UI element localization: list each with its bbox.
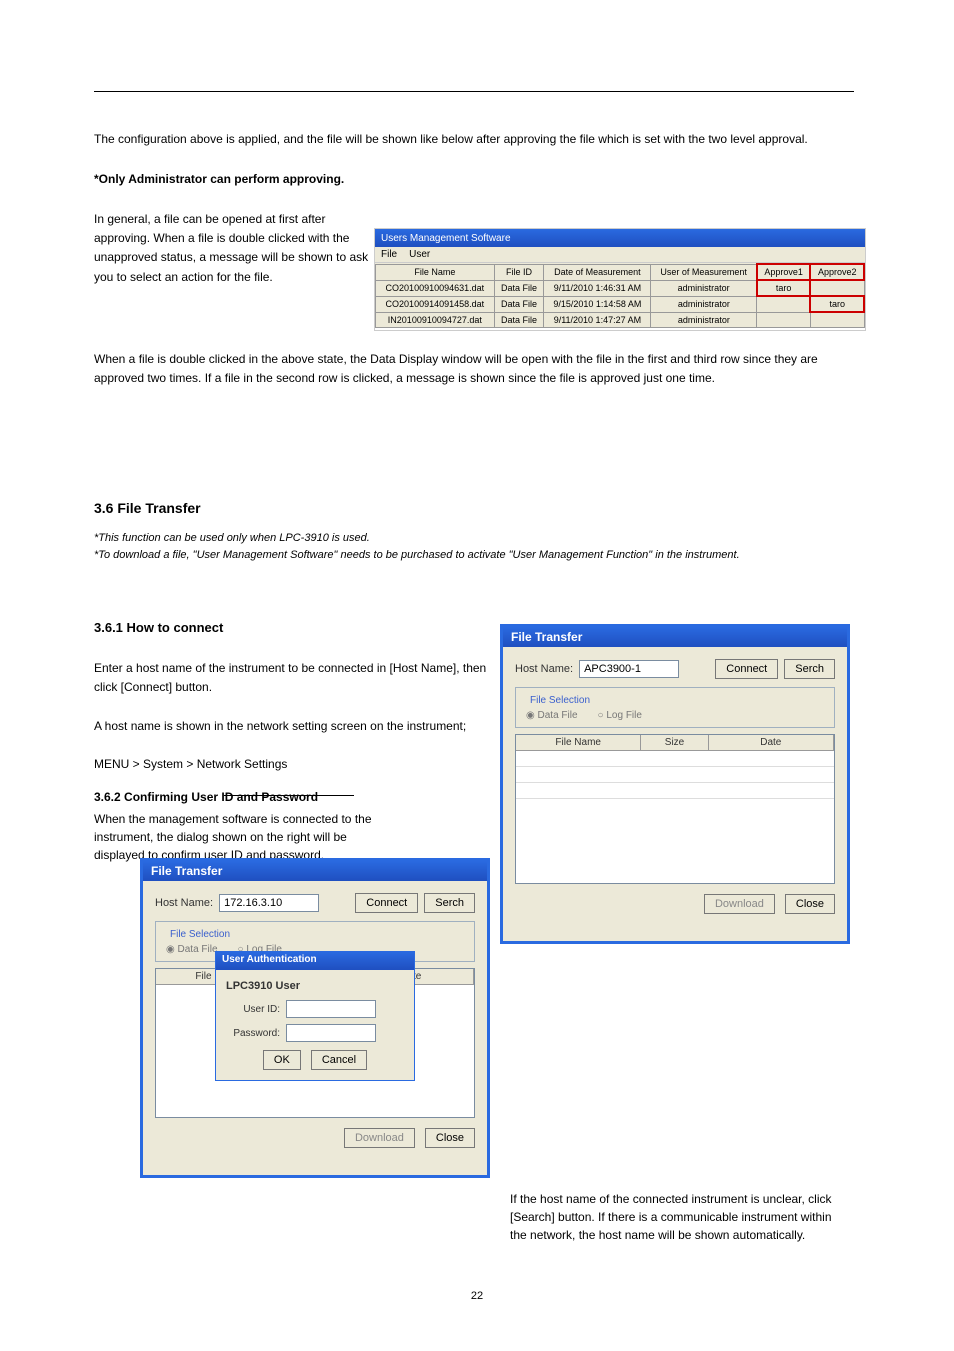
radio-data-file-2[interactable]: ◉ Data File	[166, 944, 218, 955]
cell: Data File	[494, 280, 544, 296]
ums-titlebar: Users Management Software	[375, 229, 865, 247]
download-button-2[interactable]: Download	[344, 1128, 415, 1148]
cell: Data File	[494, 296, 544, 312]
file-selection-label-2: File Selection	[166, 929, 234, 940]
general-text: In general, a file can be opened at firs…	[94, 210, 374, 287]
col-fileid: File ID	[494, 264, 544, 280]
how-to-connect-text: Enter a host name of the instrument to b…	[94, 640, 494, 774]
search-desc: If the host name of the connected instru…	[510, 1190, 850, 1244]
host-input[interactable]	[579, 660, 679, 678]
cell: taro	[810, 296, 864, 312]
cell: 9/15/2010 1:14:58 AM	[544, 296, 651, 312]
connect-button-2[interactable]: Connect	[355, 893, 418, 913]
file-list[interactable]: File Name Size Date	[515, 734, 835, 884]
auth-title: User Authentication	[216, 952, 414, 970]
col-approve2: Approve2	[810, 264, 864, 280]
col-date: Date	[709, 735, 834, 750]
auth-heading: 3.6.2 Confirming User ID and Password	[94, 790, 394, 804]
ums-window: Users Management Software File User File…	[374, 228, 866, 331]
col-approve1: Approve1	[757, 264, 811, 280]
table-row[interactable]: IN20100910094727.dat Data File 9/11/2010…	[376, 312, 865, 327]
cell: CO20100910094631.dat	[376, 280, 495, 296]
intro-note: *Only Administrator can perform approvin…	[94, 170, 854, 189]
cell: IN20100910094727.dat	[376, 312, 495, 327]
radio-data-label-2: Data File	[178, 944, 218, 955]
menu-file[interactable]: File	[381, 249, 397, 260]
user-auth-dialog: User Authentication LPC3910 User User ID…	[215, 951, 415, 1081]
cell: administrator	[651, 280, 757, 296]
auth-desc: When the management software is connecte…	[94, 810, 394, 864]
col-filename: File Name	[376, 264, 495, 280]
search-button-2[interactable]: Serch	[424, 893, 475, 913]
userid-label: User ID:	[226, 1004, 280, 1015]
table-row[interactable]: CO20100910094631.dat Data File 9/11/2010…	[376, 280, 865, 296]
auth-heading-label: LPC3910 User	[226, 980, 404, 992]
radio-data-file[interactable]: ◉ Data File	[526, 710, 578, 721]
ok-button[interactable]: OK	[263, 1050, 301, 1070]
file-transfer-notes: *This function can be used only when LPC…	[94, 530, 854, 563]
ums-table: File Name File ID Date of Measurement Us…	[375, 263, 865, 328]
ums-menubar[interactable]: File User	[375, 247, 865, 263]
col-user: User of Measurement	[651, 264, 757, 280]
ums-title: Users Management Software	[381, 233, 511, 244]
password-label: Password:	[226, 1028, 280, 1039]
userid-input[interactable]	[286, 1000, 376, 1018]
cell: 9/11/2010 1:46:31 AM	[544, 280, 651, 296]
cell: Data File	[494, 312, 544, 327]
radio-log-file[interactable]: ○ Log File	[598, 710, 642, 721]
search-button[interactable]: Serch	[784, 659, 835, 679]
download-button[interactable]: Download	[704, 894, 775, 914]
cell	[810, 280, 864, 296]
close-button[interactable]: Close	[785, 894, 835, 914]
after-table-text: When a file is double clicked in the abo…	[94, 350, 854, 388]
cell: CO20100914091458.dat	[376, 296, 495, 312]
cell	[810, 312, 864, 327]
host-label-2: Host Name:	[155, 897, 213, 909]
ft-title: File Transfer	[503, 627, 847, 647]
connect-button[interactable]: Connect	[715, 659, 778, 679]
cell: administrator	[651, 296, 757, 312]
header-rule	[94, 91, 854, 92]
radio-log-label: Log File	[606, 710, 642, 721]
connect-body: Enter a host name of the instrument to b…	[94, 661, 486, 771]
table-row[interactable]: CO20100914091458.dat Data File 9/15/2010…	[376, 296, 865, 312]
menu-user[interactable]: User	[409, 249, 430, 260]
intro-text: The configuration above is applied, and …	[94, 130, 854, 149]
ft-title-2: File Transfer	[143, 861, 487, 881]
cell: taro	[757, 280, 811, 296]
cell: 9/11/2010 1:47:27 AM	[544, 312, 651, 327]
page-number: 22	[0, 1290, 954, 1302]
how-to-connect-heading: 3.6.1 How to connect	[94, 620, 223, 635]
host-label: Host Name:	[515, 663, 573, 675]
close-button-2[interactable]: Close	[425, 1128, 475, 1148]
radio-data-label: Data File	[538, 710, 578, 721]
cell	[757, 312, 811, 327]
cell: administrator	[651, 312, 757, 327]
host-input-2[interactable]	[219, 894, 319, 912]
file-transfer-dialog-2: File Transfer Host Name: Connect Serch F…	[140, 858, 490, 1178]
col-date: Date of Measurement	[544, 264, 651, 280]
col-size: Size	[641, 735, 708, 750]
cell	[757, 296, 811, 312]
file-selection-label: File Selection	[526, 695, 594, 706]
col-name: File Name	[516, 735, 641, 750]
password-input[interactable]	[286, 1024, 376, 1042]
file-transfer-dialog-1: File Transfer Host Name: Connect Serch F…	[500, 624, 850, 944]
cancel-button[interactable]: Cancel	[311, 1050, 367, 1070]
file-transfer-heading: 3.6 File Transfer	[94, 500, 201, 516]
